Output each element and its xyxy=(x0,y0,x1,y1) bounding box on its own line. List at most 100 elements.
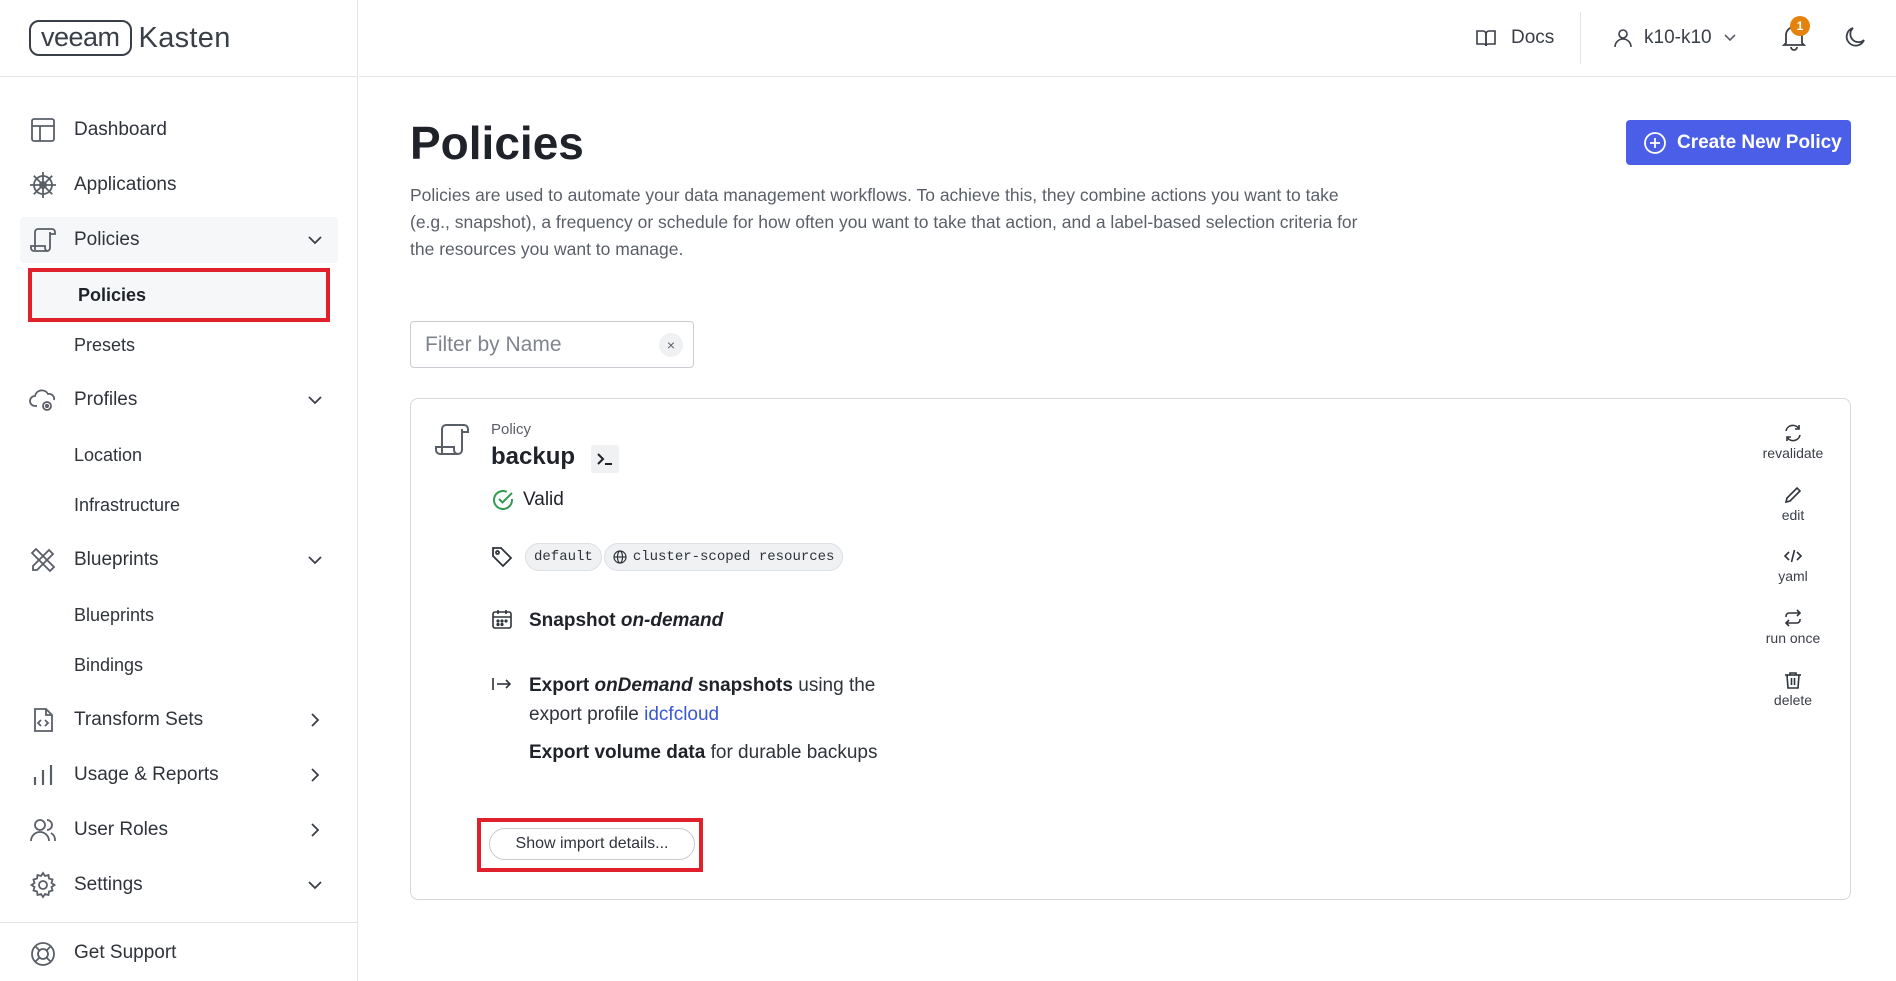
scroll-icon xyxy=(435,424,469,455)
moon-icon[interactable] xyxy=(1842,23,1870,51)
refresh-icon xyxy=(1785,424,1801,442)
bar-chart-icon xyxy=(33,765,53,785)
gear-icon xyxy=(29,871,57,899)
sidebar-subitem-blueprints[interactable]: Blueprints xyxy=(28,588,330,642)
notification-badge: 1 xyxy=(1790,16,1810,36)
tag-label: cluster-scoped resources xyxy=(632,549,835,565)
chevron-right-icon xyxy=(311,823,320,837)
revalidate-button[interactable]: revalidate xyxy=(1748,423,1838,467)
chevron-down-icon xyxy=(308,236,322,245)
user-icon xyxy=(1614,29,1632,48)
chevron-right-icon xyxy=(311,768,320,782)
show-import-details-button[interactable]: Show import details... xyxy=(489,828,695,860)
export-volume-suffix: for durable backups xyxy=(710,742,878,763)
divider xyxy=(1580,12,1581,64)
top-bar: Docs k10-k10 1 xyxy=(359,0,1896,77)
user-name: k10-k10 xyxy=(1644,27,1712,48)
book-icon xyxy=(1476,30,1496,47)
run-once-button[interactable]: run once xyxy=(1748,608,1838,652)
edit-button[interactable]: edit xyxy=(1748,485,1838,529)
snapshot-text: Snapshot on-demand xyxy=(529,606,723,635)
check-circle-icon xyxy=(493,490,513,510)
page-description: Policies are used to automate your data … xyxy=(410,185,1358,259)
sidebar-item-blueprints[interactable]: Blueprints xyxy=(20,537,338,583)
chevron-down-icon xyxy=(308,881,322,890)
plus-circle-icon xyxy=(1644,132,1666,154)
export-profile-link[interactable]: idcfcloud xyxy=(644,704,719,725)
code-icon xyxy=(1783,549,1803,563)
delete-button[interactable]: delete xyxy=(1748,670,1838,714)
sidebar-item-user-roles[interactable]: User Roles xyxy=(20,807,338,853)
policy-card: Policy backup Valid default cluster-scop… xyxy=(410,398,1851,900)
export-profile-prefix: export profile xyxy=(529,704,639,725)
sidebar-subitem-location[interactable]: Location xyxy=(28,428,330,482)
policy-name: backup xyxy=(491,443,576,470)
export-volume-label: Export volume data xyxy=(529,742,706,763)
repeat-icon xyxy=(1784,609,1802,627)
export-volume-row: Export volume data for durable backups xyxy=(491,738,878,767)
get-support-link[interactable]: Get Support xyxy=(0,922,358,981)
filter-by-name-input[interactable] xyxy=(425,331,645,359)
export-what: snapshots xyxy=(697,675,793,696)
users-icon xyxy=(30,819,56,842)
policy-status: Valid xyxy=(491,487,564,513)
policy-tags: default cluster-scoped resources xyxy=(491,543,844,571)
chevron-down-icon xyxy=(1724,34,1736,42)
sidebar-subitem-policies[interactable]: Policies xyxy=(28,268,330,322)
sidebar-item-transform-sets[interactable]: Transform Sets xyxy=(20,697,338,743)
sidebar-subitem-label: Blueprints xyxy=(74,604,155,625)
logo-kasten: Kasten xyxy=(138,21,231,54)
sidebar-subitem-bindings[interactable]: Bindings xyxy=(28,638,330,692)
sidebar-item-label: Dashboard xyxy=(74,119,167,140)
export-which: onDemand xyxy=(594,675,693,696)
sidebar-item-label: Transform Sets xyxy=(74,709,204,730)
sidebar-subitem-label: Bindings xyxy=(74,654,144,675)
sidebar-subitem-label: Policies xyxy=(78,284,147,305)
export-row: Export onDemand snapshots using the expo… xyxy=(491,671,889,729)
create-new-policy-button[interactable]: Create New Policy xyxy=(1626,120,1851,165)
snapshot-frequency: on-demand xyxy=(620,610,724,631)
sidebar-item-label: Usage & Reports xyxy=(74,764,219,785)
export-using: using the xyxy=(798,675,876,696)
docs-label: Docs xyxy=(1511,27,1555,48)
calendar-icon xyxy=(492,610,512,629)
trash-icon xyxy=(1785,672,1801,689)
cloud-gear-icon xyxy=(29,389,55,411)
sidebar-item-settings[interactable]: Settings xyxy=(20,862,338,908)
user-menu[interactable]: k10-k10 xyxy=(1612,24,1738,52)
yaml-button[interactable]: yaml xyxy=(1748,546,1838,590)
sidebar-subitem-label: Presets xyxy=(74,334,136,355)
veeam-kasten-logo[interactable]: veeam Kasten xyxy=(29,20,231,56)
scroll-icon xyxy=(30,228,56,252)
sidebar-item-label: Blueprints xyxy=(74,549,159,570)
logo-veeam: veeam xyxy=(29,20,132,56)
sidebar-item-usage-reports[interactable]: Usage & Reports xyxy=(20,752,338,798)
docs-link[interactable]: Docs xyxy=(1475,24,1554,52)
sidebar-subitem-presets[interactable]: Presets xyxy=(28,318,330,372)
sidebar-item-label: User Roles xyxy=(74,819,168,840)
dashboard-icon xyxy=(31,118,55,142)
terminal-icon[interactable] xyxy=(591,445,619,473)
create-button-label: Create New Policy xyxy=(1677,132,1842,153)
sidebar-item-dashboard[interactable]: Dashboard xyxy=(20,107,338,153)
helm-wheel-icon xyxy=(30,172,56,198)
sidebar-item-applications[interactable]: Applications xyxy=(20,162,338,208)
export-volume-text: Export volume data for durable backups xyxy=(529,738,878,767)
tag-cluster-scoped: cluster-scoped resources xyxy=(603,543,844,571)
sidebar-item-label: Profiles xyxy=(74,389,138,410)
clear-filter-button[interactable]: × xyxy=(659,333,683,357)
sidebar-item-policies[interactable]: Policies xyxy=(20,217,338,263)
chevron-down-icon xyxy=(308,396,322,405)
filter-container: × xyxy=(410,321,694,368)
action-label: revalidate xyxy=(1762,445,1824,461)
sidebar-subitem-infrastructure[interactable]: Infrastructure xyxy=(28,478,330,532)
divider xyxy=(0,76,358,77)
action-label: edit xyxy=(1781,507,1805,523)
snapshot-action: Snapshot xyxy=(529,610,616,631)
export-action: Export xyxy=(529,675,590,696)
export-text: Export onDemand snapshots using the expo… xyxy=(529,671,889,729)
tag-icon xyxy=(492,547,513,568)
sidebar-item-profiles[interactable]: Profiles xyxy=(20,377,338,423)
status-label: Valid xyxy=(523,489,564,510)
sidebar-subitem-label: Infrastructure xyxy=(74,494,181,515)
